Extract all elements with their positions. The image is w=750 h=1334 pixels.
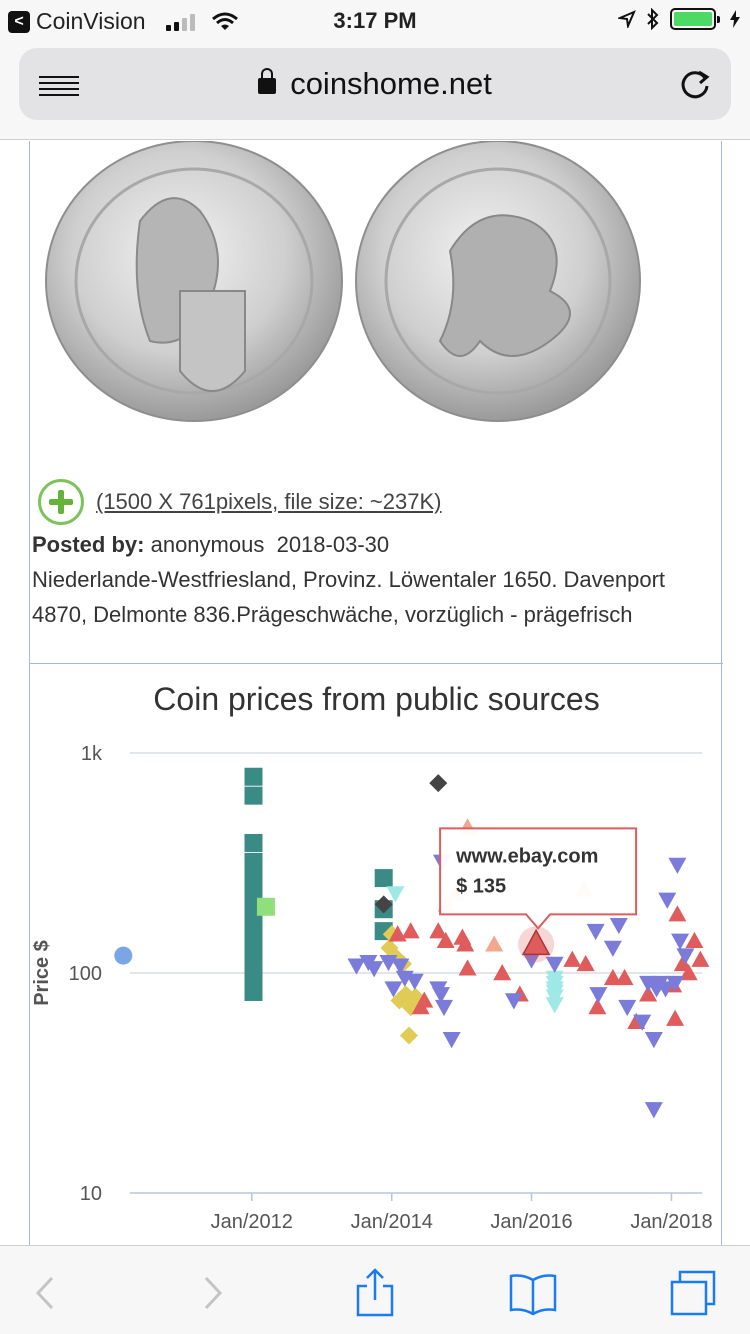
post-date: 2018-03-30 <box>276 532 390 557</box>
data-point <box>386 886 405 903</box>
url-text: coinshome.net <box>290 66 492 101</box>
data-point <box>691 950 710 967</box>
y-tick-label: 10 <box>80 1183 102 1205</box>
data-point <box>618 999 637 1017</box>
posted-by-label: Posted by: <box>32 532 145 557</box>
data-point <box>244 786 263 805</box>
charging-icon <box>730 10 740 28</box>
data-point <box>442 1032 461 1049</box>
lock-icon <box>258 67 277 94</box>
data-point <box>244 833 263 852</box>
coin-image[interactable] <box>30 141 670 461</box>
page-content: (1500 X 761pixels, file size: ~237K) Pos… <box>0 141 750 1245</box>
tooltip-price: $ 135 <box>456 875 506 897</box>
data-point <box>401 922 420 939</box>
tabs-icon[interactable] <box>668 1268 718 1318</box>
tooltip-source: www.ebay.com <box>455 845 598 867</box>
section-divider <box>30 663 723 664</box>
y-tick-label: 1k <box>81 743 103 765</box>
image-size-link[interactable]: (1500 X 761pixels, file size: ~237K) <box>96 489 441 515</box>
y-axis-label: Price $ <box>31 940 53 1006</box>
data-point <box>603 940 622 957</box>
bookmarks-icon[interactable] <box>508 1268 558 1318</box>
data-point <box>668 857 687 874</box>
data-point <box>615 968 634 986</box>
data-point <box>545 956 564 973</box>
post-description-block: Posted by: anonymous 2018-03-30 Niederla… <box>32 527 712 632</box>
browser-address-area: coinshome.net <box>0 40 750 140</box>
x-tick-label: Jan/2016 <box>490 1211 572 1233</box>
location-icon <box>618 10 636 28</box>
data-point <box>405 973 424 990</box>
y-tick-label: 100 <box>69 963 102 985</box>
data-point <box>485 935 504 952</box>
data-point <box>589 987 608 1004</box>
data-point <box>244 982 263 1001</box>
data-point <box>609 917 628 935</box>
browser-toolbar <box>0 1245 750 1334</box>
data-point <box>493 964 512 981</box>
data-point <box>429 774 448 793</box>
status-bar: < CoinVision 3:17 PM <box>0 0 750 40</box>
share-icon[interactable] <box>350 1268 400 1318</box>
data-point <box>399 1026 418 1045</box>
data-point <box>256 897 275 916</box>
data-point <box>114 946 133 965</box>
x-tick-label: Jan/2012 <box>211 1211 293 1233</box>
bluetooth-icon <box>647 8 659 30</box>
post-description: Niederlande-Westfriesland, Provinz. Löwe… <box>32 567 666 627</box>
data-point <box>244 767 263 786</box>
data-point <box>644 1032 663 1049</box>
data-point <box>435 999 454 1017</box>
battery-icon <box>670 8 720 30</box>
data-point <box>644 1102 663 1119</box>
data-point <box>374 869 393 888</box>
enlarge-plus-icon[interactable] <box>38 479 84 525</box>
reload-icon[interactable] <box>677 66 713 102</box>
forward-icon[interactable] <box>186 1268 236 1318</box>
price-chart[interactable]: 10 100 1k Jan/2012 Jan/2014 Jan/2016 Jan/2018 P… <box>30 741 720 1241</box>
data-point <box>458 959 477 976</box>
data-point <box>576 954 595 972</box>
data-point <box>545 997 564 1014</box>
back-icon[interactable] <box>22 1268 72 1318</box>
content-frame: (1500 X 761pixels, file size: ~237K) Pos… <box>29 141 723 1245</box>
data-point <box>563 950 582 967</box>
post-author: anonymous <box>150 532 265 557</box>
data-point <box>668 905 687 922</box>
x-tick-label: Jan/2014 <box>351 1211 433 1233</box>
data-point <box>586 923 605 941</box>
chart-title: Coin prices from public sources <box>153 681 600 717</box>
data-point <box>658 892 677 909</box>
x-tick-label: Jan/2018 <box>630 1211 712 1233</box>
address-bar[interactable]: coinshome.net <box>19 48 731 120</box>
data-point <box>666 1009 685 1026</box>
